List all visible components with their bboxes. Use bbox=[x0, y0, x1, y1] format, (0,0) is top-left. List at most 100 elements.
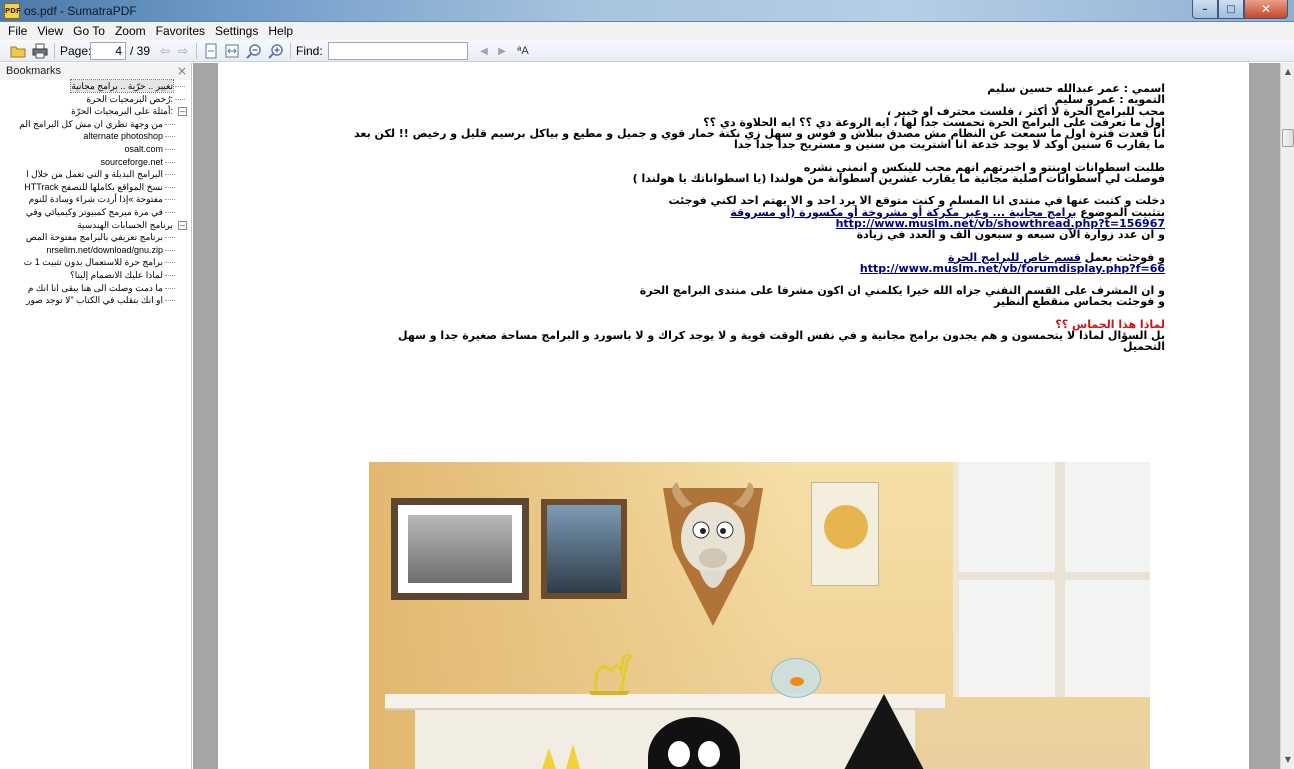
minimize-button[interactable]: – bbox=[1192, 0, 1218, 19]
tree-connector bbox=[165, 161, 175, 163]
toolbar-separator bbox=[290, 43, 291, 59]
bookmark-item[interactable]: في مرة ميرمج كمبيوتر وكيميائي وفي bbox=[0, 206, 191, 219]
portrait-photo bbox=[408, 515, 512, 583]
fishbowl bbox=[771, 658, 821, 698]
camel-figurine bbox=[589, 653, 634, 695]
prev-page-icon[interactable]: ⇦ bbox=[158, 43, 172, 59]
bookmark-label[interactable]: HTTrack نسخ المواقع بكاملها للتصفح bbox=[24, 181, 163, 193]
toolbar-separator bbox=[196, 43, 197, 59]
text-line: التحميل bbox=[1122, 340, 1165, 354]
bookmark-label[interactable]: برنامج تعريفي بالبرامج مفتوحة المص bbox=[26, 231, 163, 243]
bookmark-item[interactable]: لماذا عليك الانضمام إلينا؟ bbox=[0, 269, 191, 282]
bookmark-label[interactable]: برامج حرة للاستعمال بدون تثبيت 1 ت bbox=[24, 256, 163, 268]
tree-connector bbox=[165, 123, 175, 125]
find-next-icon[interactable]: ▶ bbox=[496, 43, 508, 59]
zoom-in-icon[interactable] bbox=[268, 43, 284, 59]
bookmark-label[interactable]: برنامج الحسابات الهندسية bbox=[77, 219, 173, 231]
goldfish bbox=[790, 677, 804, 686]
bookmark-label[interactable]: البرامج البديلة و التي تعمل من خلال ا bbox=[26, 168, 163, 180]
wall-calendar bbox=[811, 482, 879, 586]
text-line: و فوجئت بحماس منقطع النظير bbox=[994, 295, 1165, 309]
bookmark-item[interactable]: او انك بتقلب في الكتاب "لا توجد صور bbox=[0, 294, 191, 307]
collapse-toggle-icon[interactable]: – bbox=[178, 220, 187, 230]
scrollbar-thumb[interactable] bbox=[1282, 129, 1294, 147]
bookmark-label[interactable]: من وجهة نظري ان مش كل البرامج الم bbox=[19, 118, 163, 130]
bookmark-label[interactable]: او انك بتقلب في الكتاب "لا توجد صور bbox=[26, 294, 163, 306]
find-prev-icon[interactable]: ◀ bbox=[478, 43, 490, 59]
document-url-link[interactable]: http://www.muslm.net/vb/forumdisplay.php… bbox=[860, 262, 1165, 275]
scroll-down-icon[interactable]: ▼ bbox=[1281, 753, 1294, 767]
bookmark-label[interactable]: sourceforge.net bbox=[100, 156, 163, 168]
bookmark-item[interactable]: من وجهة نظري ان مش كل البرامج الم bbox=[0, 118, 191, 131]
page-text: اسمي : عمر عبدالله حسين سليم التمويه : عم… bbox=[285, 83, 1165, 353]
bookmark-item[interactable]: – أمثلة على البرمجيات الحرّة: bbox=[0, 105, 191, 118]
tree-connector bbox=[165, 199, 175, 201]
sumatra-app-icon[interactable]: PDF bbox=[4, 3, 21, 19]
next-page-icon[interactable]: ⇨ bbox=[176, 43, 190, 59]
print-icon[interactable] bbox=[32, 43, 48, 59]
tree-connector bbox=[165, 174, 175, 176]
url-line: http://www.muslm.net/vb/forumdisplay.php… bbox=[285, 263, 1165, 274]
window-mullion bbox=[959, 572, 1150, 580]
bookmark-item[interactable]: برنامج تعريفي بالبرامج مفتوحة المص bbox=[0, 231, 191, 244]
bookmark-item[interactable]: رُخص البرمجيات الحرة: bbox=[0, 93, 191, 106]
tree-connector bbox=[165, 300, 175, 302]
bookmark-label[interactable]: رُخص البرمجيات الحرة: bbox=[86, 93, 173, 105]
bookmark-label[interactable]: ما دمت وصلت الى هنا يبقى انا انك م bbox=[28, 282, 163, 294]
page-number-input[interactable] bbox=[90, 42, 126, 60]
fit-page-icon[interactable] bbox=[203, 43, 219, 59]
gnu-head-plaque bbox=[663, 482, 763, 626]
match-case-icon[interactable]: ªA bbox=[514, 43, 532, 59]
fit-width-icon[interactable] bbox=[224, 43, 240, 59]
window-controls: – □ ✕ bbox=[1192, 0, 1288, 20]
menu-file[interactable]: File bbox=[3, 22, 32, 40]
bookmark-item[interactable]: البرامج البديلة و التي تعمل من خلال ا bbox=[0, 168, 191, 181]
bookmark-label[interactable]: osalt.com bbox=[124, 143, 163, 155]
collapse-toggle-icon[interactable]: – bbox=[178, 107, 187, 117]
open-icon[interactable] bbox=[10, 43, 26, 59]
bookmark-label[interactable]: nrselim.net/download/gnu.zip bbox=[46, 244, 163, 256]
vertical-scrollbar[interactable]: ▲ ▼ bbox=[1280, 63, 1294, 769]
bookmark-item[interactable]: ما دمت وصلت الى هنا يبقى انا انك م bbox=[0, 282, 191, 295]
bookmark-item[interactable]: sourceforge.net bbox=[0, 156, 191, 169]
menu-view[interactable]: View bbox=[32, 22, 68, 40]
menu-help[interactable]: Help bbox=[263, 22, 298, 40]
bookmarks-title: Bookmarks bbox=[6, 65, 62, 77]
bookmark-item[interactable]: osalt.com bbox=[0, 143, 191, 156]
tree-connector bbox=[165, 262, 175, 264]
bookmark-label[interactable]: تغيير .. حرّية .. برامج مجانية bbox=[70, 79, 174, 93]
find-input[interactable] bbox=[328, 42, 468, 60]
room-window bbox=[953, 462, 1150, 697]
zoom-out-icon[interactable] bbox=[246, 43, 262, 59]
maximize-button[interactable]: □ bbox=[1218, 0, 1244, 19]
bookmark-label[interactable]: لماذا عليك الانضمام إلينا؟ bbox=[70, 269, 163, 281]
portrait-photo bbox=[547, 505, 621, 593]
close-bookmarks-button[interactable]: × bbox=[177, 64, 187, 78]
title-bar[interactable]: PDF os.pdf - SumatraPDF – □ ✕ bbox=[0, 0, 1294, 22]
scroll-up-icon[interactable]: ▲ bbox=[1281, 65, 1294, 79]
bookmark-label[interactable]: في مرة ميرمج كمبيوتر وكيميائي وفي bbox=[26, 206, 163, 218]
bookmark-item[interactable]: تغيير .. حرّية .. برامج مجانية bbox=[0, 79, 191, 93]
text-line: فوصلت لي اسطوانات اصلية مجانية ما يقارب … bbox=[632, 172, 1165, 186]
bookmark-item[interactable]: HTTrack نسخ المواقع بكاملها للتصفح bbox=[0, 181, 191, 194]
close-button[interactable]: ✕ bbox=[1244, 0, 1288, 19]
bookmark-label[interactable]: alternate photoshop bbox=[83, 130, 163, 142]
pdf-page: اسمي : عمر عبدالله حسين سليم التمويه : عم… bbox=[218, 63, 1249, 769]
bookmark-label[interactable]: أمثلة على البرمجيات الحرّة: bbox=[71, 105, 173, 117]
menu-favorites[interactable]: Favorites bbox=[151, 22, 210, 40]
menu-settings[interactable]: Settings bbox=[210, 22, 263, 40]
bookmark-item[interactable]: – برنامج الحسابات الهندسية bbox=[0, 219, 191, 232]
bookmark-label[interactable]: مفتوحة »إذا أردت شراء وسادة للنوم bbox=[29, 193, 163, 205]
document-view[interactable]: اسمي : عمر عبدالله حسين سليم التمويه : عم… bbox=[193, 63, 1280, 769]
page-total: / 39 bbox=[130, 44, 151, 58]
bookmark-item[interactable]: nrselim.net/download/gnu.zip bbox=[0, 244, 191, 257]
menu-zoom[interactable]: Zoom bbox=[110, 22, 151, 40]
text-line: اسمي : عمر عبدالله حسين سليم bbox=[987, 82, 1165, 95]
calendar-emblem bbox=[824, 505, 868, 549]
tree-connector bbox=[165, 186, 175, 188]
bookmark-item[interactable]: مفتوحة »إذا أردت شراء وسادة للنوم bbox=[0, 193, 191, 206]
bookmark-item[interactable]: برامج حرة للاستعمال بدون تثبيت 1 ت bbox=[0, 256, 191, 269]
menu-goto[interactable]: Go To bbox=[68, 22, 110, 40]
bookmark-item[interactable]: alternate photoshop bbox=[0, 130, 191, 143]
